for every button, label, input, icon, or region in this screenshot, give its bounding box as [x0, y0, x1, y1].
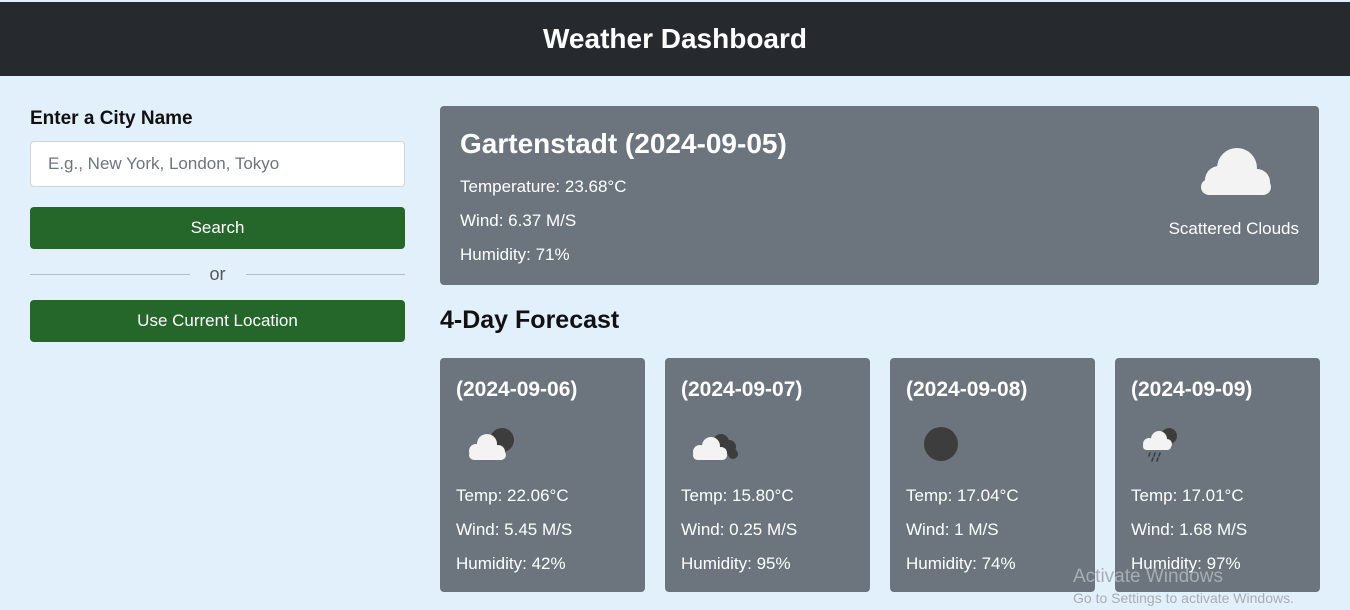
forecast-temp: Temp: 22.06°C [456, 486, 569, 505]
forecast-date: (2024-09-08) [906, 378, 1028, 401]
app-header: Weather Dashboard [0, 2, 1350, 76]
current-condition: Scattered Clouds [1139, 142, 1299, 239]
search-button[interactable]: Search [30, 207, 405, 249]
city-input-label: Enter a City Name [30, 108, 193, 129]
forecast-temp: Temp: 15.80°C [681, 486, 794, 505]
current-weather-description: Scattered Clouds [1168, 219, 1299, 238]
forecast-card: (2024-09-07) Temp: 15.80°C Wind: 0.25 M/… [665, 358, 870, 592]
forecast-temp: Temp: 17.01°C [1131, 486, 1244, 505]
broken-clouds-icon [693, 434, 738, 460]
current-weather-card: Gartenstadt (2024-09-05) Temperature: 23… [440, 106, 1319, 285]
forecast-date: (2024-09-09) [1131, 378, 1253, 401]
current-temperature: Temperature: 23.68°C [460, 177, 627, 196]
divider-line-left [30, 274, 190, 275]
current-wind: Wind: 6.37 M/S [460, 211, 577, 230]
forecast-title: 4-Day Forecast [440, 306, 620, 334]
or-divider: or [30, 249, 406, 300]
or-text: or [209, 264, 226, 284]
forecast-wind: Wind: 5.45 M/S [456, 520, 573, 539]
forecast-cards: (2024-09-06) Temp: 22.06°C Wind: 5.45 M/… [440, 358, 1320, 592]
forecast-humidity: Humidity: 42% [456, 554, 566, 573]
current-city-date: Gartenstadt (2024-09-05) [460, 128, 787, 159]
cloud-icon [1201, 148, 1271, 195]
city-search-input[interactable] [30, 141, 405, 187]
divider-line-right [245, 274, 406, 275]
forecast-humidity: Humidity: 95% [681, 554, 791, 573]
forecast-wind: Wind: 1.68 M/S [1131, 520, 1248, 539]
city-search-panel: Enter a City Name Search or Use Current … [30, 106, 406, 342]
forecast-temp: Temp: 17.04°C [906, 486, 1019, 505]
page-title: Weather Dashboard [543, 23, 807, 54]
forecast-card: (2024-09-09) Temp: 17.01°C Wind: 1.68 M/… [1115, 358, 1320, 592]
forecast-date: (2024-09-07) [681, 378, 803, 401]
forecast-humidity: Humidity: 74% [906, 554, 1016, 573]
use-current-location-button[interactable]: Use Current Location [30, 300, 405, 342]
forecast-wind: Wind: 1 M/S [906, 520, 999, 539]
watermark-subtitle: Go to Settings to activate Windows. [1073, 590, 1294, 606]
forecast-wind: Wind: 0.25 M/S [681, 520, 798, 539]
forecast-card: (2024-09-06) Temp: 22.06°C Wind: 5.45 M/… [440, 358, 645, 592]
watermark-title: Activate Windows [1073, 566, 1223, 587]
rain-icon [1143, 428, 1177, 462]
current-humidity: Humidity: 71% [460, 245, 570, 264]
clear-night-icon [924, 427, 958, 461]
activate-windows-watermark: Activate Windows Go to Settings to activ… [1073, 566, 1294, 606]
forecast-card: (2024-09-08) Temp: 17.04°C Wind: 1 M/S H… [890, 358, 1095, 592]
partly-cloudy-icon [469, 428, 514, 460]
forecast-date: (2024-09-06) [456, 378, 578, 401]
